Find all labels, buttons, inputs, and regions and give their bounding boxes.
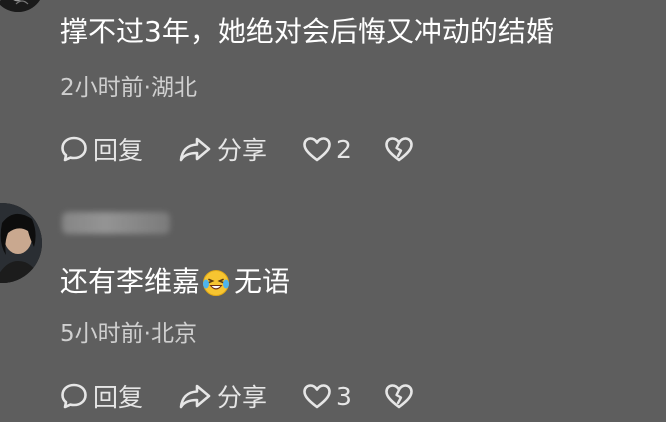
comment-bubble-icon xyxy=(60,135,88,163)
laughing-tears-emoji xyxy=(202,269,230,306)
comment-text: 还有李维嘉 无语 xyxy=(60,264,290,306)
username-blurred xyxy=(62,212,170,234)
comment-bubble-icon xyxy=(60,382,88,410)
dislike-button[interactable] xyxy=(384,129,414,169)
comment-actions: 回复 分享 2 xyxy=(60,129,440,169)
reply-label: 回复 xyxy=(93,136,144,165)
like-count: 2 xyxy=(336,134,352,164)
heart-outline-icon xyxy=(302,135,332,163)
share-arrow-icon xyxy=(178,382,212,410)
avatar[interactable] xyxy=(0,0,44,12)
dislike-button[interactable] xyxy=(384,376,414,416)
avatar[interactable] xyxy=(0,203,42,283)
like-button[interactable]: 2 xyxy=(302,129,352,169)
reply-button[interactable]: 回复 xyxy=(60,376,143,416)
broken-heart-icon xyxy=(384,135,414,163)
comment-meta: 5小时前·北京 xyxy=(60,321,197,347)
share-button[interactable]: 分享 xyxy=(178,129,267,169)
comment-meta: 2小时前·湖北 xyxy=(60,75,197,101)
share-button[interactable]: 分享 xyxy=(178,376,267,416)
share-label: 分享 xyxy=(217,383,268,412)
broken-heart-icon xyxy=(384,382,414,410)
share-arrow-icon xyxy=(178,135,212,163)
comment-text-part: 还有李维嘉 xyxy=(60,265,201,298)
like-button[interactable]: 3 xyxy=(302,376,352,416)
share-label: 分享 xyxy=(217,136,268,165)
comment-text: 撑不过3年，她绝对会后悔又冲动的结婚 xyxy=(60,15,554,48)
comment-text-part: 无语 xyxy=(234,265,291,298)
comment-actions: 回复 分享 3 xyxy=(60,376,440,416)
reply-label: 回复 xyxy=(93,383,144,412)
heart-outline-icon xyxy=(302,382,332,410)
like-count: 3 xyxy=(336,381,352,411)
reply-button[interactable]: 回复 xyxy=(60,129,143,169)
